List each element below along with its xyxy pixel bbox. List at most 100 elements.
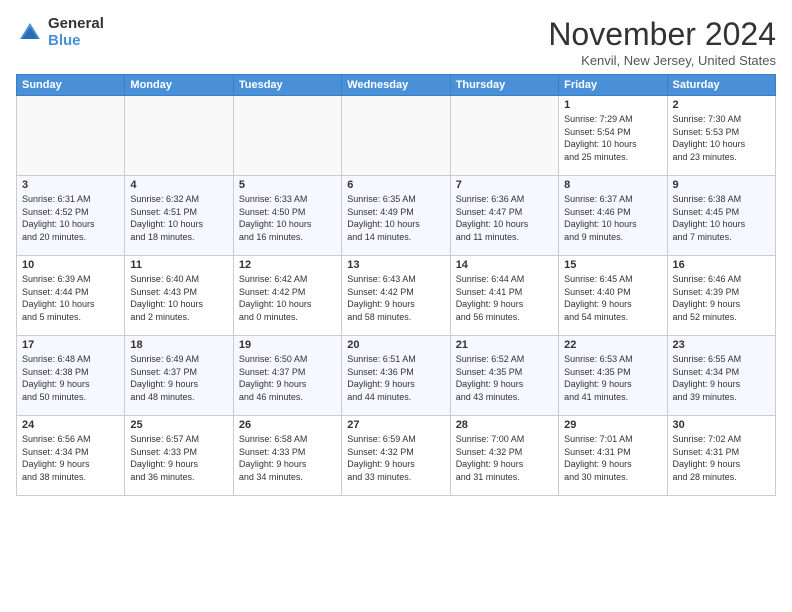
day-info: Sunrise: 7:30 AM Sunset: 5:53 PM Dayligh… bbox=[673, 113, 770, 163]
day-number: 23 bbox=[673, 339, 770, 351]
calendar-cell: 8 Sunrise: 6:37 AM Sunset: 4:46 PM Daylig… bbox=[559, 176, 667, 256]
day-info: Sunrise: 6:32 AM Sunset: 4:51 PM Dayligh… bbox=[130, 193, 227, 243]
header-row: SundayMondayTuesdayWednesdayThursdayFrid… bbox=[17, 75, 776, 96]
header-day-sunday: Sunday bbox=[17, 75, 125, 96]
calendar-cell: 19 Sunrise: 6:50 AM Sunset: 4:37 PM Dayli… bbox=[233, 336, 341, 416]
day-info: Sunrise: 6:49 AM Sunset: 4:37 PM Dayligh… bbox=[130, 353, 227, 403]
day-number: 14 bbox=[456, 259, 553, 271]
day-number: 6 bbox=[347, 179, 444, 191]
day-info: Sunrise: 6:57 AM Sunset: 4:33 PM Dayligh… bbox=[130, 433, 227, 483]
calendar-cell: 30 Sunrise: 7:02 AM Sunset: 4:31 PM Dayli… bbox=[667, 416, 775, 496]
day-number: 25 bbox=[130, 419, 227, 431]
week-row-0: 1 Sunrise: 7:29 AM Sunset: 5:54 PM Daylig… bbox=[17, 96, 776, 176]
day-number: 21 bbox=[456, 339, 553, 351]
calendar-cell: 5 Sunrise: 6:33 AM Sunset: 4:50 PM Daylig… bbox=[233, 176, 341, 256]
day-number: 17 bbox=[22, 339, 119, 351]
day-number: 8 bbox=[564, 179, 661, 191]
day-number: 9 bbox=[673, 179, 770, 191]
logo: General Blue bbox=[16, 16, 104, 49]
day-info: Sunrise: 6:45 AM Sunset: 4:40 PM Dayligh… bbox=[564, 273, 661, 323]
day-number: 13 bbox=[347, 259, 444, 271]
header-day-wednesday: Wednesday bbox=[342, 75, 450, 96]
day-info: Sunrise: 6:53 AM Sunset: 4:35 PM Dayligh… bbox=[564, 353, 661, 403]
calendar-cell: 11 Sunrise: 6:40 AM Sunset: 4:43 PM Dayli… bbox=[125, 256, 233, 336]
day-number: 16 bbox=[673, 259, 770, 271]
calendar-table: SundayMondayTuesdayWednesdayThursdayFrid… bbox=[16, 74, 776, 496]
calendar-cell: 3Sunrise: 6:31 AM Sunset: 4:52 PM Daylig… bbox=[17, 176, 125, 256]
day-number: 26 bbox=[239, 419, 336, 431]
day-info: Sunrise: 6:33 AM Sunset: 4:50 PM Dayligh… bbox=[239, 193, 336, 243]
day-info: Sunrise: 6:48 AM Sunset: 4:38 PM Dayligh… bbox=[22, 353, 119, 403]
calendar-cell bbox=[233, 96, 341, 176]
calendar-cell: 2 Sunrise: 7:30 AM Sunset: 5:53 PM Daylig… bbox=[667, 96, 775, 176]
day-number: 15 bbox=[564, 259, 661, 271]
day-number: 24 bbox=[22, 419, 119, 431]
day-info: Sunrise: 7:29 AM Sunset: 5:54 PM Dayligh… bbox=[564, 113, 661, 163]
calendar-cell: 1 Sunrise: 7:29 AM Sunset: 5:54 PM Daylig… bbox=[559, 96, 667, 176]
day-number: 29 bbox=[564, 419, 661, 431]
calendar-cell bbox=[17, 96, 125, 176]
title-section: November 2024 Kenvil, New Jersey, United… bbox=[548, 16, 776, 68]
logo-blue: Blue bbox=[48, 33, 104, 50]
day-number: 4 bbox=[130, 179, 227, 191]
calendar-cell: 27 Sunrise: 6:59 AM Sunset: 4:32 PM Dayli… bbox=[342, 416, 450, 496]
calendar-cell: 14 Sunrise: 6:44 AM Sunset: 4:41 PM Dayli… bbox=[450, 256, 558, 336]
logo-text: General Blue bbox=[48, 16, 104, 49]
calendar-cell: 28Sunrise: 7:00 AM Sunset: 4:32 PM Dayli… bbox=[450, 416, 558, 496]
calendar-cell: 21Sunrise: 6:52 AM Sunset: 4:35 PM Dayli… bbox=[450, 336, 558, 416]
calendar-cell: 12 Sunrise: 6:42 AM Sunset: 4:42 PM Dayli… bbox=[233, 256, 341, 336]
day-info: Sunrise: 6:36 AM Sunset: 4:47 PM Dayligh… bbox=[456, 193, 553, 243]
day-info: Sunrise: 7:00 AM Sunset: 4:32 PM Dayligh… bbox=[456, 433, 553, 483]
calendar-cell: 4 Sunrise: 6:32 AM Sunset: 4:51 PM Daylig… bbox=[125, 176, 233, 256]
day-number: 27 bbox=[347, 419, 444, 431]
day-number: 12 bbox=[239, 259, 336, 271]
calendar-cell: 16 Sunrise: 6:46 AM Sunset: 4:39 PM Dayli… bbox=[667, 256, 775, 336]
calendar-cell: 7Sunrise: 6:36 AM Sunset: 4:47 PM Daylig… bbox=[450, 176, 558, 256]
day-number: 2 bbox=[673, 99, 770, 111]
day-number: 11 bbox=[130, 259, 227, 271]
day-info: Sunrise: 6:59 AM Sunset: 4:32 PM Dayligh… bbox=[347, 433, 444, 483]
calendar-cell: 20Sunrise: 6:51 AM Sunset: 4:36 PM Dayli… bbox=[342, 336, 450, 416]
calendar-cell: 6 Sunrise: 6:35 AM Sunset: 4:49 PM Daylig… bbox=[342, 176, 450, 256]
day-info: Sunrise: 6:44 AM Sunset: 4:41 PM Dayligh… bbox=[456, 273, 553, 323]
calendar-cell: 23 Sunrise: 6:55 AM Sunset: 4:34 PM Dayli… bbox=[667, 336, 775, 416]
calendar-cell bbox=[342, 96, 450, 176]
calendar-cell: 18 Sunrise: 6:49 AM Sunset: 4:37 PM Dayli… bbox=[125, 336, 233, 416]
day-info: Sunrise: 6:40 AM Sunset: 4:43 PM Dayligh… bbox=[130, 273, 227, 323]
header-day-thursday: Thursday bbox=[450, 75, 558, 96]
day-number: 30 bbox=[673, 419, 770, 431]
day-number: 19 bbox=[239, 339, 336, 351]
calendar-cell: 10 Sunrise: 6:39 AM Sunset: 4:44 PM Dayli… bbox=[17, 256, 125, 336]
calendar-cell: 15 Sunrise: 6:45 AM Sunset: 4:40 PM Dayli… bbox=[559, 256, 667, 336]
day-info: Sunrise: 6:50 AM Sunset: 4:37 PM Dayligh… bbox=[239, 353, 336, 403]
day-info: Sunrise: 6:35 AM Sunset: 4:49 PM Dayligh… bbox=[347, 193, 444, 243]
calendar-cell: 29Sunrise: 7:01 AM Sunset: 4:31 PM Dayli… bbox=[559, 416, 667, 496]
header-day-monday: Monday bbox=[125, 75, 233, 96]
day-info: Sunrise: 6:56 AM Sunset: 4:34 PM Dayligh… bbox=[22, 433, 119, 483]
day-number: 22 bbox=[564, 339, 661, 351]
calendar-cell: 9Sunrise: 6:38 AM Sunset: 4:45 PM Daylig… bbox=[667, 176, 775, 256]
logo-icon bbox=[16, 19, 44, 47]
week-row-3: 17 Sunrise: 6:48 AM Sunset: 4:38 PM Dayli… bbox=[17, 336, 776, 416]
calendar-cell: 17 Sunrise: 6:48 AM Sunset: 4:38 PM Dayli… bbox=[17, 336, 125, 416]
week-row-4: 24 Sunrise: 6:56 AM Sunset: 4:34 PM Dayli… bbox=[17, 416, 776, 496]
day-number: 10 bbox=[22, 259, 119, 271]
page: General Blue November 2024 Kenvil, New J… bbox=[0, 0, 792, 506]
day-number: 1 bbox=[564, 99, 661, 111]
day-info: Sunrise: 6:37 AM Sunset: 4:46 PM Dayligh… bbox=[564, 193, 661, 243]
header: General Blue November 2024 Kenvil, New J… bbox=[16, 16, 776, 68]
day-info: Sunrise: 6:51 AM Sunset: 4:36 PM Dayligh… bbox=[347, 353, 444, 403]
day-info: Sunrise: 6:42 AM Sunset: 4:42 PM Dayligh… bbox=[239, 273, 336, 323]
calendar-cell: 13Sunrise: 6:43 AM Sunset: 4:42 PM Dayli… bbox=[342, 256, 450, 336]
calendar-cell bbox=[125, 96, 233, 176]
header-day-tuesday: Tuesday bbox=[233, 75, 341, 96]
day-info: Sunrise: 6:46 AM Sunset: 4:39 PM Dayligh… bbox=[673, 273, 770, 323]
location: Kenvil, New Jersey, United States bbox=[548, 53, 776, 68]
day-info: Sunrise: 7:02 AM Sunset: 4:31 PM Dayligh… bbox=[673, 433, 770, 483]
day-info: Sunrise: 6:39 AM Sunset: 4:44 PM Dayligh… bbox=[22, 273, 119, 323]
day-number: 18 bbox=[130, 339, 227, 351]
day-info: Sunrise: 6:55 AM Sunset: 4:34 PM Dayligh… bbox=[673, 353, 770, 403]
day-info: Sunrise: 6:58 AM Sunset: 4:33 PM Dayligh… bbox=[239, 433, 336, 483]
header-day-friday: Friday bbox=[559, 75, 667, 96]
day-number: 5 bbox=[239, 179, 336, 191]
